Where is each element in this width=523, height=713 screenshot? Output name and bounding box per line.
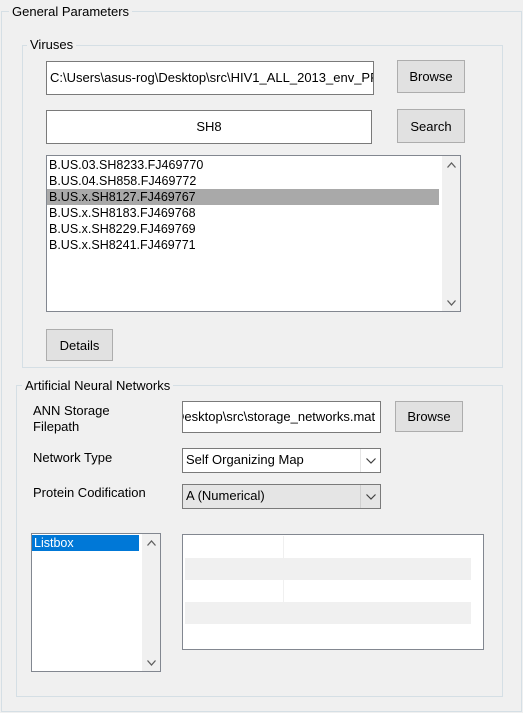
chevron-down-icon[interactable] [143,654,160,671]
chevron-down-icon[interactable] [360,485,380,508]
virus-list-item[interactable]: B.US.x.SH8241.FJ469771 [47,237,439,253]
virus-listbox[interactable]: B.US.03.SH8233.FJ469770 B.US.04.SH858.FJ… [46,155,461,312]
protein-codification-label: Protein Codification [33,485,146,500]
ann-storage-label: ANN Storage Filepath [33,403,110,434]
chevron-down-icon[interactable] [443,294,460,311]
table-row[interactable] [185,558,471,580]
chevron-up-icon[interactable] [443,156,460,173]
virus-list-item[interactable]: B.US.04.SH858.FJ469772 [47,173,439,189]
network-type-label: Network Type [33,450,113,465]
general-parameters-title: General Parameters [9,4,133,19]
ann-title: Artificial Neural Networks [22,378,174,393]
virus-list-scrollbar[interactable] [442,156,460,311]
virus-list-item[interactable]: B.US.x.SH8229.FJ469769 [47,221,439,237]
viruses-title: Viruses [27,37,77,52]
chevron-up-icon[interactable] [143,534,160,551]
network-table[interactable] [182,534,484,650]
virus-search-button[interactable]: Search [397,109,465,143]
details-button[interactable]: Details [46,329,113,361]
virus-list-item[interactable]: B.US.x.SH8183.FJ469768 [47,205,439,221]
protein-codification-select[interactable]: A (Numerical) [182,484,381,509]
table-row[interactable] [185,580,471,602]
protein-codification-value: A (Numerical) [186,488,265,503]
chevron-down-icon[interactable] [360,449,380,472]
virus-filepath-input[interactable]: C:\Users\asus-rog\Desktop\src\HIV1_ALL_2… [46,61,374,95]
network-list-scrollbar[interactable] [142,534,160,671]
table-row[interactable] [185,602,471,624]
virus-search-input[interactable]: SH8 [46,110,372,144]
ann-browse-button[interactable]: Browse [395,401,463,432]
network-type-select[interactable]: Self Organizing Map [182,448,381,473]
virus-browse-button[interactable]: Browse [397,60,465,93]
virus-list-item[interactable]: B.US.03.SH8233.FJ469770 [47,157,439,173]
network-type-value: Self Organizing Map [186,452,304,467]
network-list-item-selected[interactable]: Listbox [32,535,139,551]
network-listbox[interactable]: Listbox [31,533,161,672]
table-row[interactable] [185,536,471,558]
ann-storage-filepath-input[interactable]: Desktop\src\storage_networks.mat [182,401,381,433]
virus-list-item-selected[interactable]: B.US.x.SH8127.FJ469767 [47,189,439,205]
